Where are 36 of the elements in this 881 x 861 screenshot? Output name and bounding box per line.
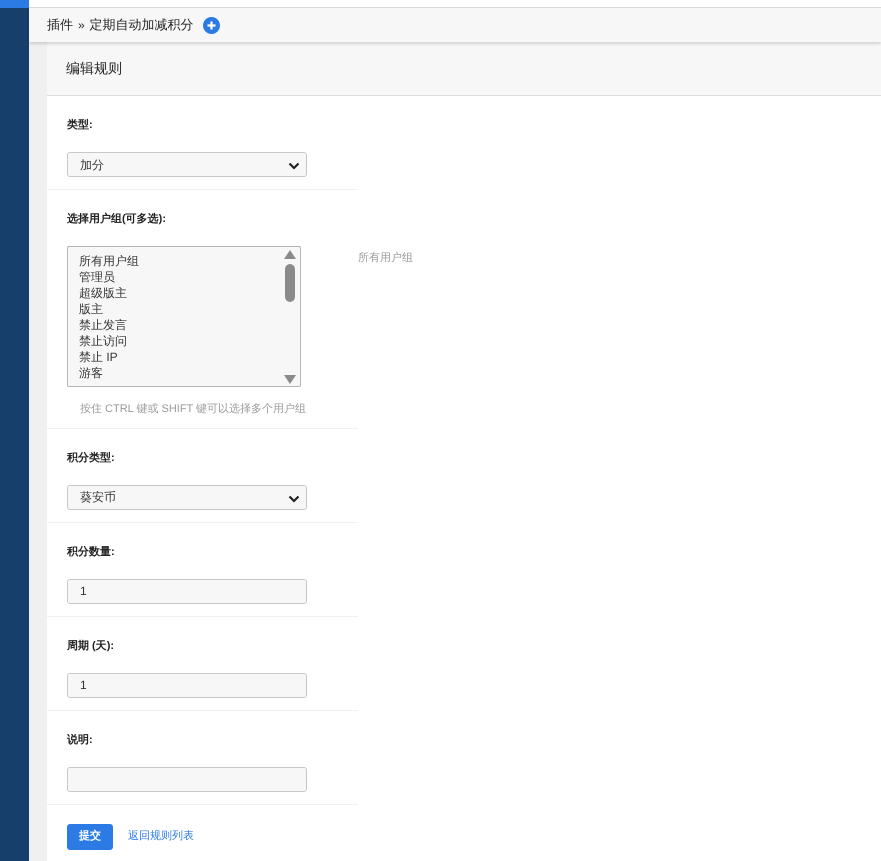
field-label: 积分类型:	[67, 450, 116, 464]
text-input[interactable]: 1	[67, 672, 307, 698]
field-label: 选择用户组(可多选):	[67, 212, 167, 226]
listbox-option[interactable]: 超级版主	[79, 285, 127, 301]
listbox-option[interactable]: 禁止访问	[79, 333, 127, 349]
select-dropdown[interactable]: 葵安币	[67, 484, 307, 510]
chevron-down-icon	[288, 162, 300, 170]
scrollbar[interactable]	[282, 250, 298, 384]
submit-button[interactable]: 提交	[67, 824, 113, 850]
user-group-listbox[interactable]: 所有用户组 管理员 超级版主 版主 禁止发言 禁止访问 禁止 IP 游客	[67, 246, 301, 387]
scroll-up-icon[interactable]	[284, 250, 296, 259]
sidebar-accent	[0, 0, 29, 8]
field-label: 周期 (天):	[67, 638, 116, 652]
field-label: 说明:	[67, 732, 94, 746]
listbox-option[interactable]: 版主	[79, 301, 103, 317]
field-label: 积分数量:	[67, 544, 116, 558]
text-input[interactable]	[67, 766, 307, 792]
breadcrumb-link[interactable]: 插件	[47, 15, 73, 35]
listbox-option[interactable]: 禁止 IP	[79, 349, 118, 365]
breadcrumb-link[interactable]: 定期自动加减积分	[90, 15, 194, 35]
panel-title: 编辑规则	[66, 59, 122, 78]
scroll-down-icon[interactable]	[284, 375, 296, 384]
listbox-option[interactable]: 所有用户组	[79, 253, 139, 269]
selected-groups-note: 所有用户组	[358, 250, 413, 266]
listbox-option[interactable]: 管理员	[79, 269, 115, 285]
plus-circle-icon[interactable]	[202, 16, 220, 34]
breadcrumb-separator: »	[78, 17, 85, 34]
text-input[interactable]: 1	[67, 578, 307, 604]
field-label: 类型:	[67, 118, 94, 132]
back-link[interactable]: 返回规则列表	[128, 828, 194, 845]
listbox-option[interactable]: 游客	[79, 365, 103, 381]
select-dropdown[interactable]: 加分	[67, 152, 307, 177]
chevron-down-icon	[288, 494, 300, 502]
help-text: 按住 CTRL 键或 SHIFT 键可以选择多个用户组	[80, 402, 308, 417]
listbox-option[interactable]: 禁止发言	[79, 317, 127, 333]
scroll-thumb[interactable]	[285, 264, 295, 302]
